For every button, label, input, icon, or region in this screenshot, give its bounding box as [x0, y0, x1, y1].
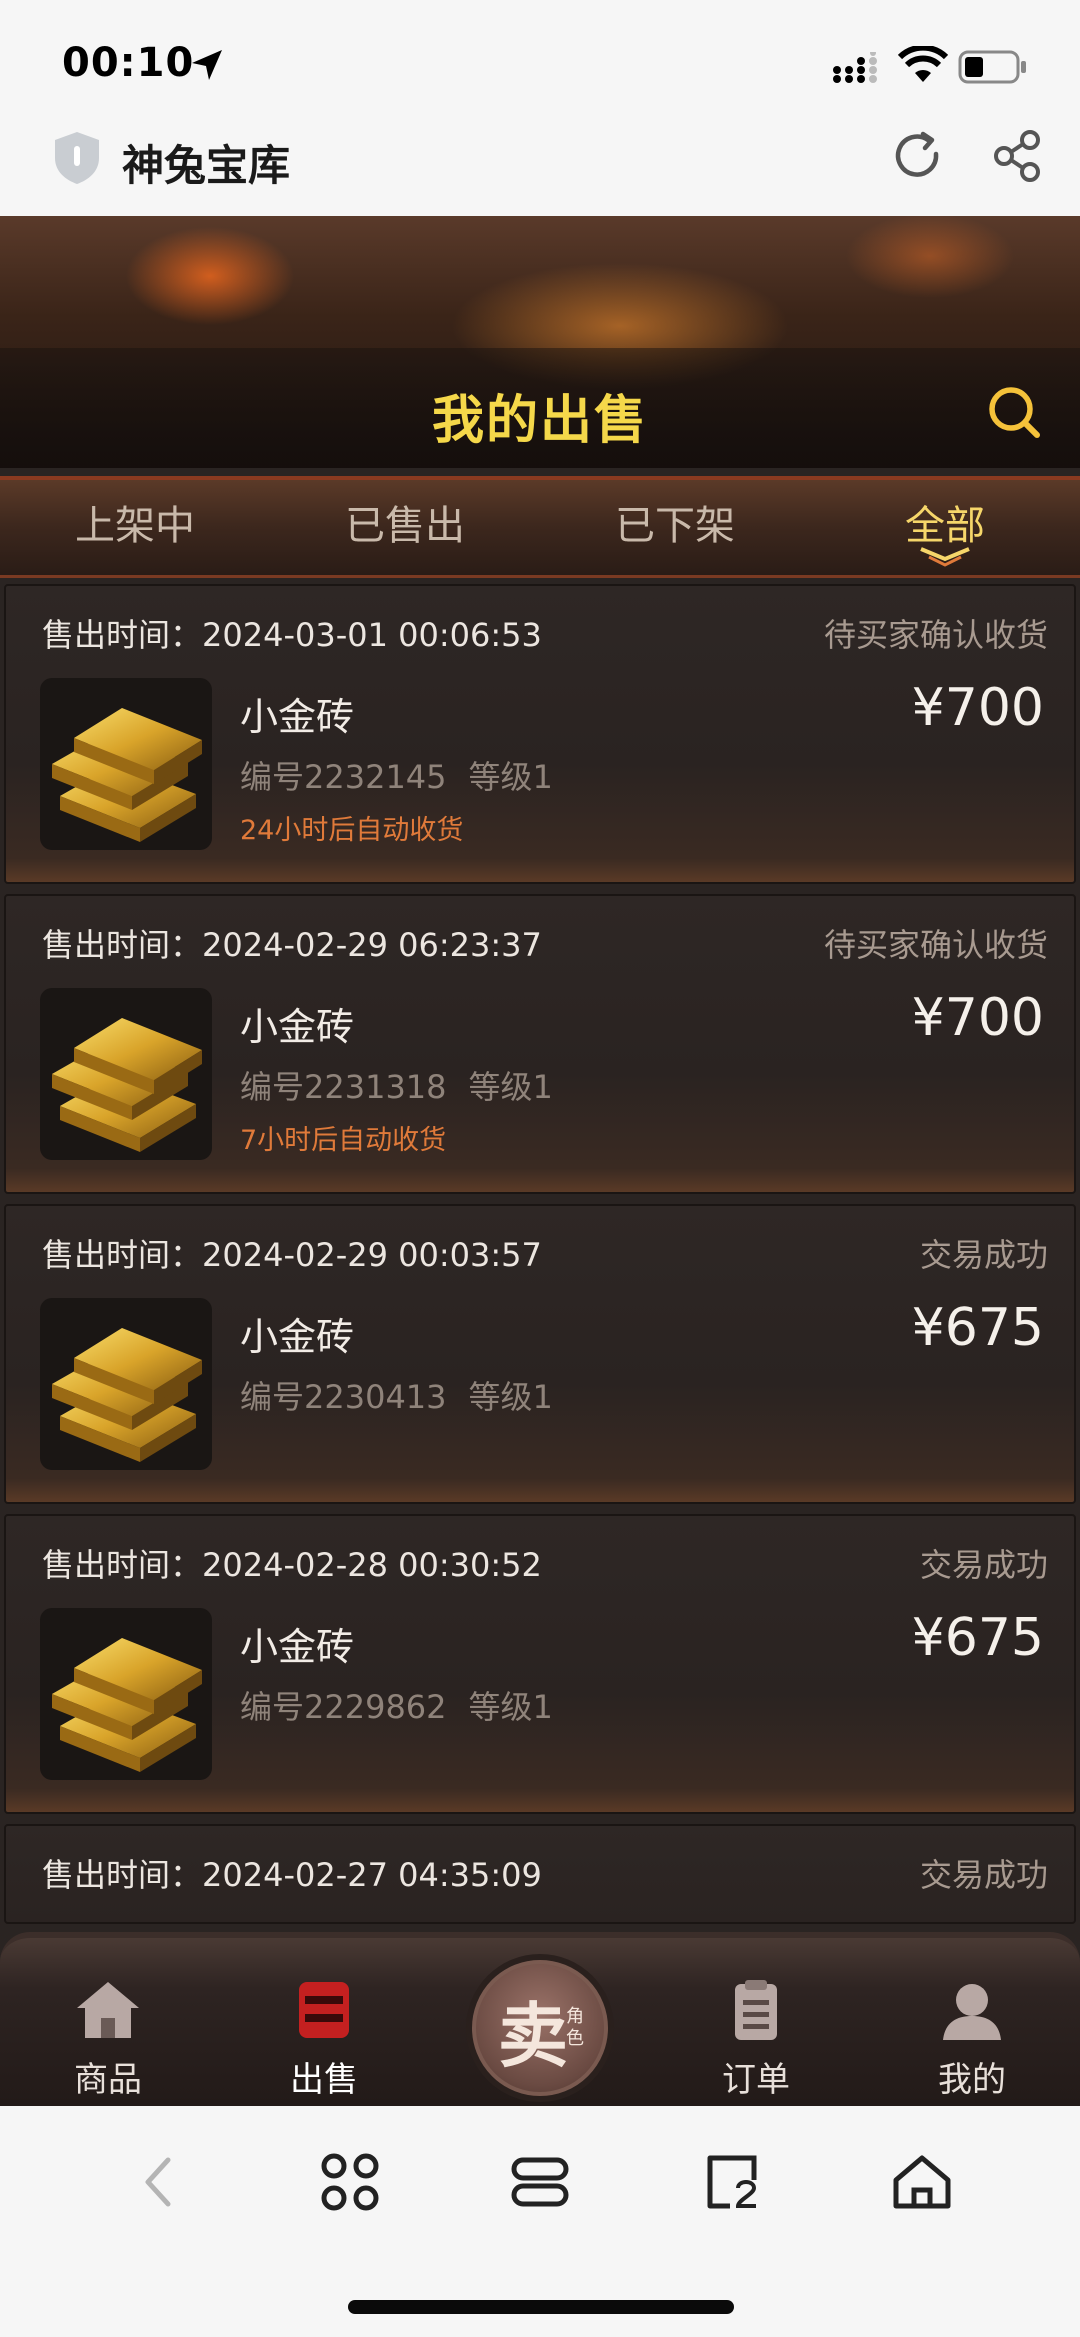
tab-sold[interactable]: 已售出 [270, 480, 540, 575]
nav-goods[interactable]: 商品 [28, 1978, 188, 2101]
item-level: 等级1 [468, 1688, 553, 1726]
item-thumbnail [40, 1298, 212, 1470]
gold-bar-icon [52, 708, 202, 842]
home-icon[interactable] [890, 2150, 954, 2214]
nav-sell-label: 出售 [290, 2060, 358, 2100]
sell-role-button[interactable]: 卖 角色 [472, 1960, 608, 2096]
item-price: ¥675 [911, 1298, 1044, 1358]
tab-label: 已售出 [345, 503, 465, 549]
item-name: 小金砖 [240, 695, 355, 739]
nav-mine-label: 我的 [938, 2060, 1006, 2100]
clipboard-icon [735, 1980, 777, 2040]
nav-orders[interactable]: 订单 [676, 1978, 836, 2101]
item-price: ¥700 [911, 988, 1044, 1048]
order-card[interactable]: 售出时间：2024-02-29 00:03:57 交易成功 小金砖 编号2230… [4, 1204, 1076, 1504]
wifi-icon [898, 46, 948, 82]
tabs-stack-icon[interactable] [508, 2150, 572, 2214]
sell-button-label: 卖 [498, 1995, 568, 2077]
battery-icon [958, 50, 1026, 84]
item-thumbnail [40, 1608, 212, 1780]
gold-bar-icon [52, 1328, 202, 1462]
item-serial: 编号2231318 [240, 1068, 447, 1106]
window-count-icon[interactable] [700, 2150, 764, 2214]
item-serial: 编号2230413 [240, 1378, 447, 1416]
share-icon[interactable] [990, 128, 1046, 184]
apps-icon[interactable] [318, 2150, 382, 2214]
sell-button-sublabel: 角色 [566, 2006, 584, 2049]
hero-banner: 我的出售 [0, 216, 1080, 468]
item-meta: 编号2230413 等级1 [240, 1372, 575, 1418]
item-level: 等级1 [468, 1068, 553, 1106]
item-name: 小金砖 [240, 1625, 355, 1669]
sale-time: 售出时间：2024-02-28 00:30:52 [42, 1546, 542, 1584]
auto-receive-note: 24小时后自动收货 [240, 815, 464, 846]
browser-title-bar: 神兔宝库 [0, 110, 1080, 216]
page-title: 神兔宝库 [122, 141, 291, 190]
cellular-signal-icon [833, 52, 877, 83]
hero-title: 我的出售 [431, 391, 648, 451]
house-icon [77, 1982, 139, 2038]
home-indicator[interactable] [348, 2300, 734, 2314]
tab-all[interactable]: 全部 [810, 480, 1080, 575]
gold-bar-icon [52, 1638, 202, 1772]
nav-orders-label: 订单 [722, 2060, 790, 2100]
order-status: 交易成功 [919, 1546, 1048, 1584]
tab-label: 已下架 [615, 503, 735, 549]
item-meta: 编号2232145 等级1 [240, 752, 575, 798]
sale-time: 售出时间：2024-02-29 00:03:57 [42, 1236, 542, 1274]
item-thumbnail [40, 678, 212, 850]
item-level: 等级1 [468, 1378, 553, 1416]
tab-label: 全部 [905, 503, 985, 549]
item-serial: 编号2232145 [240, 758, 447, 796]
item-meta: 编号2229862 等级1 [240, 1682, 575, 1728]
active-tab-indicator-icon [920, 547, 970, 567]
order-card[interactable]: 售出时间：2024-02-28 00:30:52 交易成功 小金砖 编号2229… [4, 1514, 1076, 1814]
app-bottom-nav: 商品 出售 卖 角色 订单 我的 [0, 1932, 1080, 2106]
order-status: 待买家确认收货 [823, 926, 1048, 964]
location-arrow-icon [192, 50, 222, 80]
item-level: 等级1 [468, 758, 553, 796]
sale-time: 售出时间：2024-02-29 06:23:37 [42, 926, 542, 964]
tab-listed[interactable]: 上架中 [0, 480, 270, 575]
nav-sell[interactable]: 出售 [244, 1978, 404, 2101]
order-card[interactable]: 售出时间：2024-03-01 00:06:53 待买家确认收货 小金砖 编号2… [4, 584, 1076, 884]
back-arrow-icon[interactable] [138, 2150, 178, 2214]
nav-goods-label: 商品 [74, 2060, 142, 2100]
status-tabs: 上架中 已售出 已下架 全部 [0, 476, 1080, 578]
order-status: 交易成功 [919, 1236, 1048, 1274]
shield-icon [55, 132, 99, 184]
search-icon[interactable] [986, 384, 1042, 440]
refresh-icon[interactable] [890, 128, 946, 184]
gold-bar-icon [52, 1018, 202, 1152]
tab-delisted[interactable]: 已下架 [540, 480, 810, 575]
status-time: 00:10 [62, 40, 195, 86]
sale-time: 售出时间：2024-03-01 00:06:53 [42, 616, 542, 654]
order-status: 待买家确认收货 [823, 616, 1048, 654]
tab-label: 上架中 [75, 503, 195, 549]
item-price: ¥700 [911, 678, 1044, 738]
item-name: 小金砖 [240, 1005, 355, 1049]
auto-receive-note: 7小时后自动收货 [240, 1125, 447, 1156]
order-card[interactable]: 售出时间：2024-02-29 06:23:37 待买家确认收货 小金砖 编号2… [4, 894, 1076, 1194]
item-serial: 编号2229862 [240, 1688, 447, 1726]
item-meta: 编号2231318 等级1 [240, 1062, 575, 1108]
item-thumbnail [40, 988, 212, 1160]
sale-time: 售出时间：2024-02-27 04:35:09 [42, 1856, 542, 1894]
item-price: ¥675 [911, 1608, 1044, 1668]
sell-box-icon [299, 1982, 349, 2038]
nav-mine[interactable]: 我的 [892, 1978, 1052, 2101]
order-status: 交易成功 [919, 1856, 1048, 1894]
order-card[interactable]: 售出时间：2024-02-27 04:35:09 交易成功 [4, 1824, 1076, 1924]
item-name: 小金砖 [240, 1315, 355, 1359]
user-icon [943, 1984, 1001, 2040]
